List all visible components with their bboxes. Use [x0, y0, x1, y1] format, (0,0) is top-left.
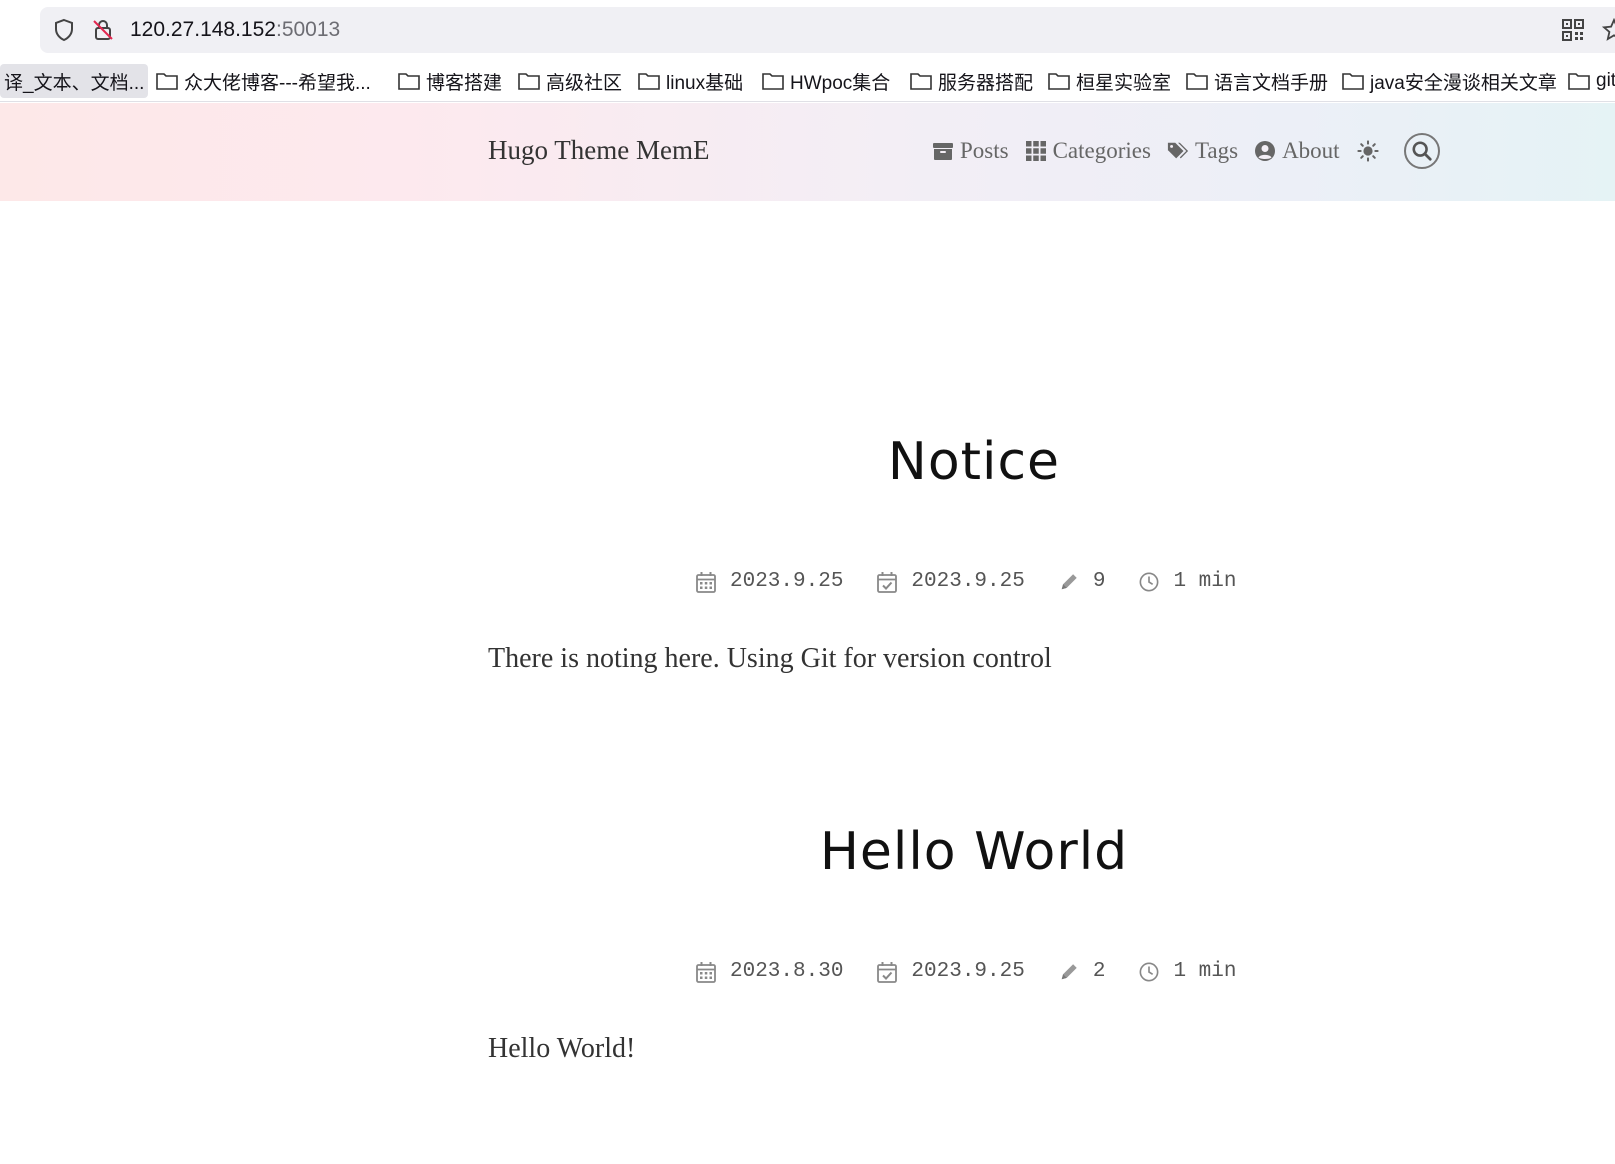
bookmark-folder[interactable]: git — [1564, 64, 1615, 98]
shield-icon[interactable] — [52, 18, 76, 42]
meta-updated: 2023.9.25 — [877, 960, 1025, 983]
post-title[interactable]: Notice — [0, 432, 1615, 492]
folder-icon — [398, 73, 420, 90]
bookmark-label: java安全漫谈相关文章 — [1370, 72, 1557, 94]
post-summary: Hello World! — [488, 1033, 636, 1064]
word-count: 9 — [1092, 570, 1106, 593]
bookmark-label: git — [1596, 70, 1615, 91]
calendar-check-icon — [877, 961, 898, 983]
bookmark-label: HWpoc集合 — [790, 72, 891, 94]
archive-icon — [933, 143, 953, 160]
reading-time: 1 min — [1173, 960, 1237, 983]
browser-toolbar: 120.27.148.152:50013 — [0, 0, 1615, 60]
nav-about-label: About — [1282, 138, 1340, 163]
qr-code-icon[interactable] — [1562, 19, 1584, 41]
meta-word-count: 9 — [1059, 570, 1106, 593]
nav-tags[interactable]: Tags — [1167, 138, 1238, 164]
clock-icon — [1139, 962, 1159, 981]
insecure-lock-icon[interactable] — [91, 18, 115, 42]
bookmark-item[interactable]: 译_文本、文档... — [0, 64, 149, 98]
bookmark-folder[interactable]: 服务器搭配 — [906, 64, 1037, 98]
folder-icon — [762, 73, 784, 90]
bookmark-label: linux基础 — [666, 72, 744, 94]
post-title[interactable]: Hello World — [0, 822, 1615, 882]
bookmark-label: 桓星实验室 — [1076, 72, 1172, 94]
nav-posts-label: Posts — [960, 138, 1009, 163]
meta-published: 2023.9.25 — [696, 570, 843, 593]
post-meta: 2023.8.30 2023.9.25 2 1 min — [696, 960, 1270, 983]
url-host: 120.27.148.152 — [130, 18, 276, 41]
url-port: :50013 — [275, 18, 341, 41]
meta-reading-time: 1 min — [1139, 960, 1236, 983]
folder-icon — [910, 73, 932, 90]
bookmark-folder[interactable]: linux基础 — [634, 64, 747, 98]
bookmark-folder[interactable]: 桓星实验室 — [1044, 64, 1175, 98]
bookmark-label: 高级社区 — [546, 72, 623, 94]
bookmark-folder[interactable]: 语言文档手册 — [1182, 64, 1332, 98]
folder-icon — [156, 73, 178, 90]
nav-categories[interactable]: Categories — [1025, 138, 1151, 164]
nav-posts[interactable]: Posts — [932, 138, 1009, 164]
updated-date: 2023.9.25 — [911, 960, 1025, 983]
folder-icon — [638, 73, 660, 90]
site-header: Hugo Theme MemE Posts Categories Tags Ab… — [0, 103, 1615, 201]
folder-icon — [518, 73, 540, 90]
bookmark-star-icon[interactable] — [1601, 17, 1615, 42]
main-nav: Posts Categories Tags About — [932, 133, 1440, 169]
post-summary: There is noting here. Using Git for vers… — [488, 643, 1052, 674]
bookmark-label: 语言文档手册 — [1214, 72, 1329, 94]
bookmark-folder[interactable]: HWpoc集合 — [758, 64, 894, 98]
pencil-icon — [1061, 963, 1077, 979]
bookmark-folder[interactable]: 博客搭建 — [394, 64, 506, 98]
calendar-icon — [696, 571, 716, 593]
theme-toggle-icon[interactable] — [1356, 139, 1380, 163]
nav-categories-label: Categories — [1052, 138, 1151, 163]
published-date: 2023.8.30 — [730, 960, 844, 983]
grid-icon — [1025, 141, 1046, 161]
clock-icon — [1139, 572, 1159, 591]
meta-reading-time: 1 min — [1139, 570, 1236, 593]
site-title[interactable]: Hugo Theme MemE — [488, 135, 709, 166]
reading-time: 1 min — [1173, 570, 1237, 593]
updated-date: 2023.9.25 — [911, 570, 1025, 593]
user-circle-icon — [1255, 141, 1276, 161]
folder-icon — [1186, 73, 1208, 90]
bookmark-label: 服务器搭配 — [938, 72, 1034, 94]
address-bar[interactable]: 120.27.148.152:50013 — [40, 7, 1615, 53]
post-meta: 2023.9.25 2023.9.25 9 1 min — [696, 570, 1270, 593]
bookmark-folder[interactable]: 高级社区 — [514, 64, 626, 98]
folder-icon — [1048, 73, 1070, 90]
word-count: 2 — [1092, 960, 1106, 983]
folder-icon — [1342, 73, 1364, 90]
bookmark-label: 译_文本、文档... — [4, 72, 145, 94]
url-text[interactable]: 120.27.148.152:50013 — [130, 17, 340, 43]
bookmark-folder[interactable]: 众大佬博客---希望我... — [152, 64, 375, 98]
nav-about[interactable]: About — [1254, 138, 1340, 164]
bookmark-label: 博客搭建 — [426, 72, 503, 94]
published-date: 2023.9.25 — [730, 570, 844, 593]
tags-icon — [1167, 142, 1189, 159]
pencil-icon — [1061, 573, 1077, 589]
meta-published: 2023.8.30 — [696, 960, 843, 983]
meta-word-count: 2 — [1059, 960, 1106, 983]
bookmark-label: 众大佬博客---希望我... — [184, 72, 371, 94]
search-icon — [1412, 141, 1432, 161]
calendar-check-icon — [877, 571, 898, 593]
calendar-icon — [696, 961, 716, 983]
nav-tags-label: Tags — [1194, 138, 1239, 163]
search-button[interactable] — [1403, 133, 1440, 169]
folder-icon — [1568, 73, 1590, 90]
bookmark-folder[interactable]: java安全漫谈相关文章 — [1338, 64, 1561, 98]
bookmarks-toolbar: 译_文本、文档... 众大佬博客---希望我... 博客搭建 高级社区 linu… — [0, 60, 1615, 102]
meta-updated: 2023.9.25 — [877, 570, 1025, 593]
